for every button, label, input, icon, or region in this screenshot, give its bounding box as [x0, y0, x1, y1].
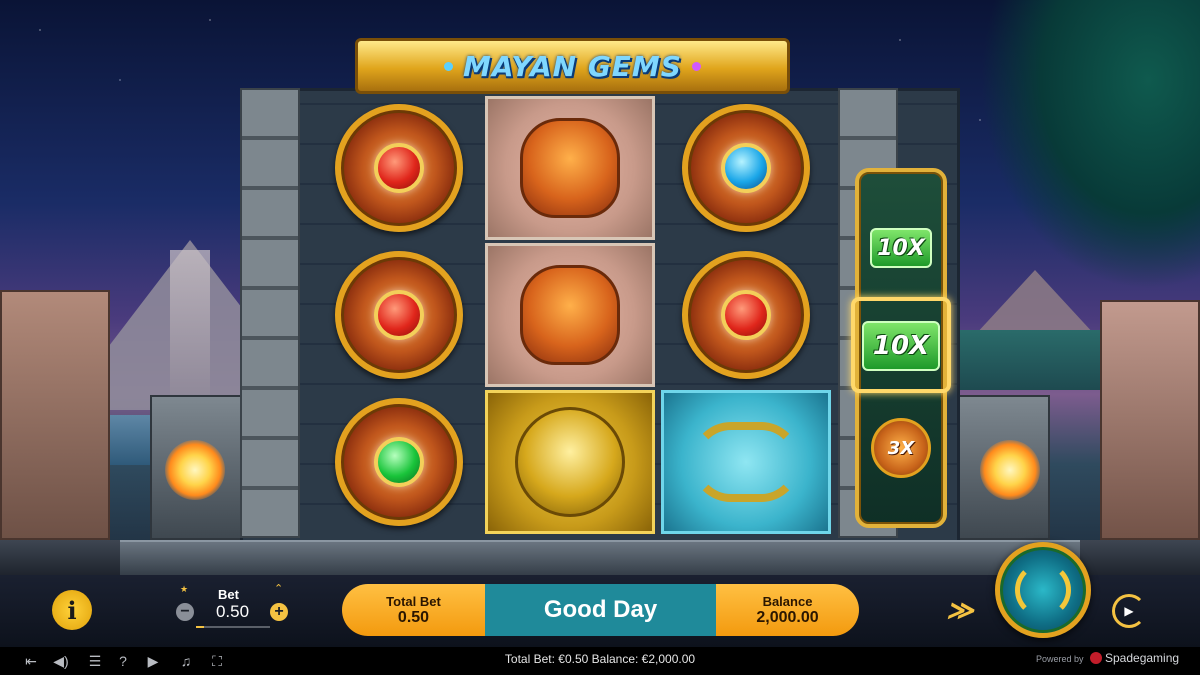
stone-ledge — [120, 540, 1080, 580]
bet-increase-button[interactable]: + — [270, 603, 288, 621]
bet-slider-fill — [196, 626, 204, 628]
reel-3-symbol-1 — [660, 95, 832, 241]
spin-arrows-icon — [1015, 562, 1071, 618]
max-bet-chevron-icon[interactable]: ⌃ — [274, 582, 283, 595]
palm-fronds — [980, 0, 1200, 290]
total-bet-label: Total Bet — [386, 593, 441, 609]
exit-icon[interactable]: ⇤ — [22, 652, 40, 670]
stone-pillar-left — [240, 88, 300, 538]
blue-gem-medallion-icon — [682, 104, 810, 232]
bet-label: Bet — [218, 587, 239, 602]
provider-name: Spadegaming — [1105, 651, 1180, 665]
multiplier-top: 10X — [870, 228, 932, 268]
powered-by-label: Powered by — [1036, 654, 1084, 664]
reel-grid — [305, 93, 835, 537]
red-gem-medallion-icon — [335, 104, 463, 232]
red-gem-icon — [721, 290, 771, 340]
music-icon[interactable]: ♫ — [177, 652, 195, 670]
help-icon[interactable]: ? — [114, 652, 132, 670]
torch-fire-left-icon — [165, 440, 225, 500]
ruin-carving-right — [1100, 300, 1200, 540]
multiplier-highlight-frame — [851, 297, 951, 393]
bet-balance-panel: Total Bet 0.50 Good Day Balance 2,000.00 — [342, 584, 859, 636]
info-button[interactable]: i — [52, 590, 92, 630]
pyramid-stairs — [170, 250, 210, 410]
red-gem-icon — [374, 143, 424, 193]
title-gem-icon — [691, 61, 701, 71]
green-gem-medallion-icon — [335, 398, 463, 526]
play-icon[interactable]: ▶ — [144, 652, 162, 670]
reel-3-symbol-2 — [660, 242, 832, 388]
game-title: MAYAN GEMS — [463, 49, 682, 83]
bet-value: 0.50 — [215, 602, 250, 621]
bet-decrease-button[interactable]: − — [176, 603, 194, 621]
golden-sun-face-icon — [515, 407, 625, 517]
reel-2-symbol-1 — [484, 95, 656, 241]
green-gem-icon — [374, 437, 424, 487]
red-gem-medallion-icon — [682, 251, 810, 379]
bet-slider-track[interactable] — [196, 626, 270, 628]
bet-star-icon: ★ — [180, 584, 189, 594]
spin-button[interactable] — [995, 542, 1091, 638]
balance-box: Balance 2,000.00 — [716, 584, 859, 636]
reel-2-symbol-2 — [484, 242, 656, 388]
total-bet-box: Total Bet 0.50 — [342, 584, 485, 636]
mayan-mask-tile — [485, 243, 655, 387]
game-logo: MAYAN GEMS — [355, 38, 790, 94]
ruin-carving-left — [0, 290, 110, 540]
blue-gem-icon — [721, 143, 771, 193]
total-bet-value: 0.50 — [397, 608, 430, 626]
reel-1-symbol-1 — [313, 95, 485, 241]
golden-sun-tile — [485, 390, 655, 534]
red-gem-medallion-icon — [335, 251, 463, 379]
sound-icon[interactable]: ◀) — [52, 652, 70, 670]
pyramid-right — [975, 270, 1095, 335]
status-bet-balance: Total Bet: €0.50 Balance: €2,000.00 — [504, 652, 696, 666]
mayan-mask-icon — [520, 118, 620, 218]
fullscreen-icon[interactable]: ⛶ — [208, 652, 226, 670]
balance-label: Balance — [762, 593, 813, 609]
torch-fire-right-icon — [980, 440, 1040, 500]
turbo-spin-icon[interactable]: ≫ — [940, 594, 980, 626]
message-display: Good Day — [485, 584, 716, 636]
reel-1-symbol-3 — [313, 389, 485, 535]
autoplay-icon[interactable]: ▶ — [1112, 594, 1146, 628]
reel-1-symbol-2 — [313, 242, 485, 388]
reel-3-symbol-3 — [660, 389, 832, 535]
mayan-mask-tile — [485, 96, 655, 240]
water-right — [950, 330, 1120, 390]
multiplier-bottom: 3X — [871, 418, 931, 478]
red-gem-icon — [374, 290, 424, 340]
mayan-mask-icon — [520, 265, 620, 365]
menu-icon[interactable]: ☰ — [86, 652, 104, 670]
reel-2-symbol-3 — [484, 389, 656, 535]
title-gem-icon — [444, 61, 454, 71]
jade-serpent-tile — [661, 390, 831, 534]
provider-logo: Spadegaming — [1090, 651, 1179, 665]
spadegaming-logo-icon — [1090, 652, 1102, 664]
serpent-icon — [691, 422, 801, 502]
balance-value: 2,000.00 — [756, 608, 819, 626]
